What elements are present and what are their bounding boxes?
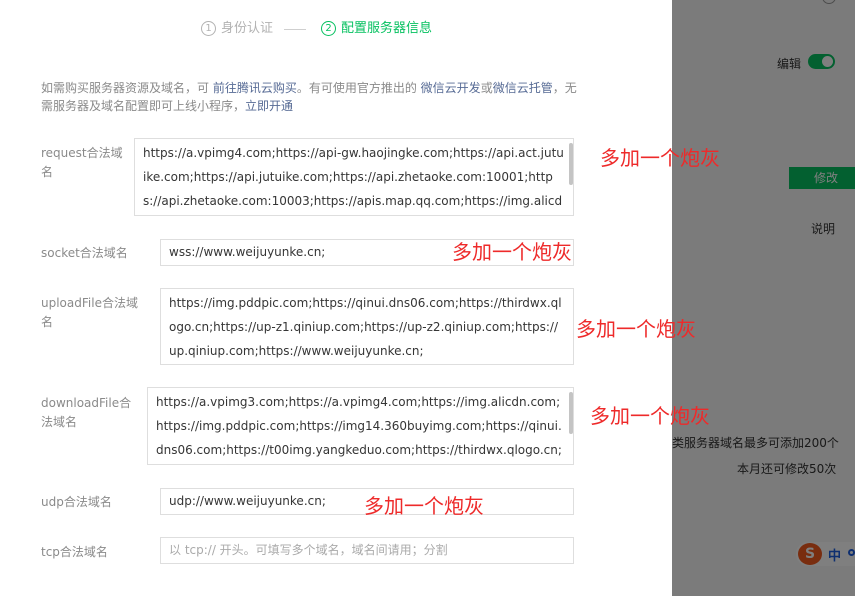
step-label: 身份认证 xyxy=(221,21,274,36)
annotation-note: 多加一个炮灰 xyxy=(590,404,710,428)
udp-domain-value: udp://www.weijuyunke.cn; xyxy=(169,494,326,508)
step-label: 配置服务器信息 xyxy=(341,21,433,36)
request-domain-value: https://a.vpimg4.com;https://api-gw.haoj… xyxy=(143,146,564,208)
uploadfile-domain-value: https://img.pddpic.com;https://qinui.dns… xyxy=(169,296,562,358)
tcp-domain-placeholder: 以 tcp:// 开头。可填写多个域名，域名间请用；分割 xyxy=(169,543,448,557)
notice-text: 如需购买服务器资源及域名，可 xyxy=(41,81,213,95)
annotation-note: 多加一个炮灰 xyxy=(452,240,572,264)
activate-now-link[interactable]: 立即开通 xyxy=(245,99,293,113)
tencent-cloud-link[interactable]: 前往腾讯云购买 xyxy=(213,81,297,95)
cloud-hosting-link[interactable]: 微信云托管 xyxy=(493,81,553,95)
request-domain-label: request合法域名 xyxy=(41,146,123,179)
step-number: 1 xyxy=(201,21,216,36)
request-domain-textarea[interactable]: https://a.vpimg4.com;https://api-gw.haoj… xyxy=(134,138,574,216)
step-divider xyxy=(284,29,306,30)
request-scrollbar[interactable] xyxy=(569,143,573,185)
step-number: 2 xyxy=(321,21,336,36)
udp-domain-label: udp合法域名 xyxy=(41,495,112,509)
annotation-note: 多加一个炮灰 xyxy=(576,317,696,341)
tcp-domain-input[interactable]: 以 tcp:// 开头。可填写多个域名，域名间请用；分割 xyxy=(160,537,574,564)
server-config-dialog: 1 身份认证 2 配置服务器信息 如需购买服务器资源及域名，可 前往腾讯云购买。有可… xyxy=(0,0,720,596)
step-server-config: 2 配置服务器信息 xyxy=(321,20,432,38)
tcp-domain-label: tcp合法域名 xyxy=(41,545,108,559)
downloadfile-domain-label: downloadFile合法域名 xyxy=(41,396,132,429)
socket-domain-label: socket合法域名 xyxy=(41,246,128,260)
uploadfile-domain-label: uploadFile合法域名 xyxy=(41,296,138,329)
notice-text: 。有可使用官方推出的 xyxy=(296,81,421,95)
cloud-dev-link[interactable]: 微信云开发 xyxy=(421,81,481,95)
annotation-note: 多加一个炮灰 xyxy=(600,146,720,170)
annotation-note: 多加一个炮灰 xyxy=(364,494,484,518)
step-identity-verification: 1 身份认证 xyxy=(201,20,273,38)
socket-domain-value: wss://www.weijuyunke.cn; xyxy=(169,245,326,259)
downloadfile-scrollbar[interactable] xyxy=(569,392,573,434)
downloadfile-domain-value: https://a.vpimg3.com;https://a.vpimg4.co… xyxy=(156,395,562,457)
downloadfile-domain-textarea[interactable]: https://a.vpimg3.com;https://a.vpimg4.co… xyxy=(147,387,574,465)
notice-text: 或 xyxy=(480,81,493,95)
step-indicator: 1 身份认证 2 配置服务器信息 xyxy=(0,20,672,40)
purchase-notice: 如需购买服务器资源及域名，可 前往腾讯云购买。有可使用官方推出的 微信云开发或微… xyxy=(41,79,581,115)
uploadfile-domain-textarea[interactable]: https://img.pddpic.com;https://qinui.dns… xyxy=(160,288,574,365)
